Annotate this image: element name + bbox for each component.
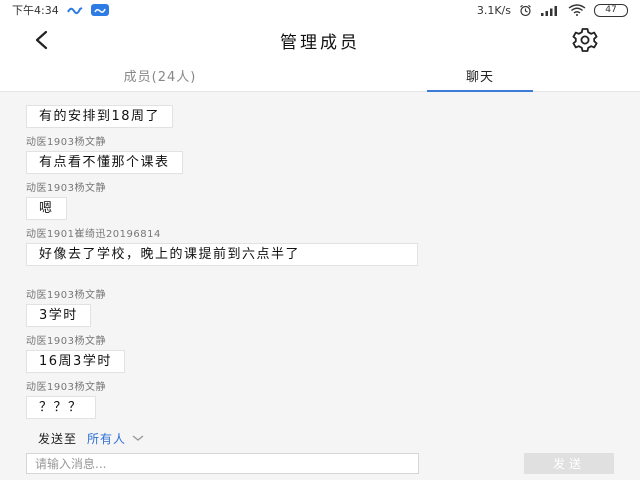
message-sender: 动医1903杨文静 — [26, 183, 106, 194]
status-right: 3.1K/s 47 — [476, 3, 628, 17]
wifi-icon — [568, 4, 586, 16]
back-arrow-icon — [35, 30, 48, 50]
message-sender: 动医1903杨文静 — [26, 290, 106, 301]
message-bubble[interactable]: 好像去了学校，晚上的课提前到六点半了 — [26, 243, 418, 266]
battery-icon: 47 — [594, 3, 628, 17]
message-sender: 动医1901崔绮迅20196814 — [26, 229, 161, 240]
status-left: 下午4:34 — [12, 2, 109, 18]
message-sender: 动医1903杨文静 — [26, 137, 106, 148]
back-button[interactable] — [26, 26, 56, 54]
tab-members-label: 成员(24人) — [123, 70, 197, 85]
alarm-icon — [520, 4, 531, 16]
message-bubble[interactable]: 16周3学时 — [26, 350, 125, 373]
status-time: 下午4:34 — [12, 4, 59, 17]
status-bar: 下午4:34 3.1K/s 47 — [0, 0, 640, 20]
chat-message: 动医1901崔绮迅20196814 好像去了学校，晚上的课提前到六点半了 — [26, 228, 418, 266]
app-badge-icon — [90, 4, 109, 16]
tab-chat[interactable]: 聊天 — [320, 60, 640, 91]
message-bubble[interactable]: 3学时 — [26, 304, 91, 327]
chat-message: 动医1903杨文静 ？？？ — [26, 381, 106, 419]
battery-level: 47 — [605, 5, 617, 15]
network-speed: 3.1K/s — [476, 3, 511, 17]
tab-bar: 成员(24人) 聊天 — [0, 60, 640, 92]
signal-icon — [541, 5, 557, 16]
chat-message: 动医1903杨文静 3学时 — [26, 289, 106, 327]
page-title: 管理成员 — [280, 32, 360, 53]
chevron-down-icon — [132, 435, 144, 441]
message-bubble[interactable]: ？？？ — [26, 396, 96, 419]
tab-chat-label: 聊天 — [465, 70, 494, 85]
send-to-row: 发送至 所有人 — [0, 425, 640, 451]
send-button[interactable]: 发送 — [524, 453, 614, 474]
chat-message: 动医1903杨文静 嗯 — [26, 182, 106, 220]
message-sender: 动医1903杨文静 — [26, 336, 106, 347]
message-bubble[interactable]: 有的安排到18周了 — [26, 105, 174, 128]
gear-icon — [572, 28, 598, 52]
message-input[interactable] — [26, 453, 419, 474]
recipient-label: 所有人 — [87, 431, 127, 446]
chat-message: 动医1903杨文静 16周3学时 — [26, 335, 125, 373]
composer: 发送 — [0, 451, 640, 480]
message-sender: 动医1903杨文静 — [26, 382, 106, 393]
header: 管理成员 — [0, 20, 640, 60]
wave-icon — [66, 7, 83, 15]
message-bubble[interactable]: 嗯 — [26, 197, 67, 220]
message-sender — [26, 92, 173, 103]
chat-message: 动医1903杨文静 有点看不懂那个课表 — [26, 136, 183, 174]
message-bubble[interactable]: 有点看不懂那个课表 — [26, 151, 183, 174]
settings-button[interactable] — [570, 26, 600, 54]
chat-message: 有的安排到18周了 — [26, 92, 174, 128]
tab-members[interactable]: 成员(24人) — [0, 60, 320, 91]
chat-area[interactable]: 有的安排到18周了 动医1903杨文静 有点看不懂那个课表 动医1903杨文静 … — [0, 92, 640, 425]
recipient-selector[interactable]: 所有人 — [87, 430, 144, 447]
send-to-label: 发送至 — [38, 431, 78, 446]
